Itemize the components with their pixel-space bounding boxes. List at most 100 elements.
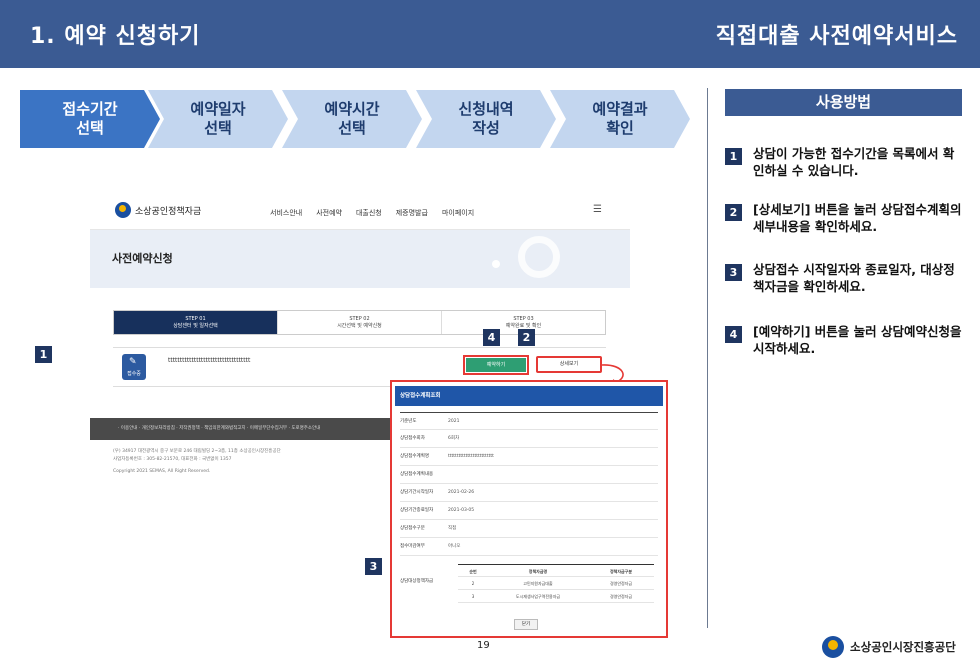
row-value: 직접 xyxy=(448,526,457,531)
brand-logo: 소상공인시장진흥공단 xyxy=(822,636,956,658)
fund-table: 순번 정책자금명 정책자금구분 2 고민지원자금대출 경영안정자금 3 도시재생… xyxy=(458,564,654,603)
marker-1: 1 xyxy=(35,346,52,363)
tab-step-2[interactable]: STEP 02 시간선택 및 예약신청 xyxy=(278,311,442,334)
header-bar: 1. 예약 신청하기 직접대출 사전예약서비스 xyxy=(0,0,980,68)
hero-dot-decoration xyxy=(492,260,500,268)
page-number: 19 xyxy=(477,640,490,651)
step-5: 예약결과 확인 xyxy=(550,90,690,148)
marker-4: 4 xyxy=(483,329,500,346)
tab-2-step: STEP 02 xyxy=(349,315,370,322)
popup-row-closed: 접수마감여부 아니오 xyxy=(400,538,658,556)
popup-title: 상담접수계획조회 xyxy=(395,386,663,406)
step-5-line2: 확인 xyxy=(606,119,634,137)
step-2: 예약일자 선택 xyxy=(148,90,288,148)
logo-text: 소상공인정책자금 xyxy=(135,206,202,217)
row-value: 2021 xyxy=(448,419,460,424)
step-5-line1: 예약결과 xyxy=(592,100,648,118)
tip-1-text: 상담이 가능한 접수기간을 목록에서 확인하실 수 있습니다. xyxy=(753,146,955,178)
row-key: 상담접수계획내용 xyxy=(400,472,434,477)
col-fund-name: 정책자금명 xyxy=(528,569,548,574)
tab-1-step: STEP 01 xyxy=(185,315,206,322)
usage-title: 사용방법 xyxy=(725,89,962,116)
popup-row-plan-name: 상담접수계획명 tttttttttttttttttttttttttt xyxy=(400,448,658,466)
tip-4-number: 4 xyxy=(725,326,742,343)
step-flow: 접수기간 선택 예약일자 선택 예약시간 선택 신청내역 작성 예약결과 확인 xyxy=(20,90,690,148)
footer-copyright: Copyright 2021 SEMAS, All Right Reserved… xyxy=(113,469,211,474)
service-title: 직접대출 사전예약서비스 xyxy=(715,24,958,49)
cell-fund-type: 경영안정자금 xyxy=(609,581,633,586)
row-value: 아니오 xyxy=(448,544,461,549)
step-1-line2: 선택 xyxy=(76,119,104,137)
row-key: 상담기간시작일자 xyxy=(400,490,434,495)
status-badge: 접수중 xyxy=(122,354,146,380)
footer-address: (우) 34917 대전광역시 중구 보문로 246 대림빌딩 2~3층, 11… xyxy=(113,449,281,454)
row-value: tttttttttttttttttttttttttt xyxy=(448,454,494,459)
step-3-line2: 선택 xyxy=(338,119,366,137)
row-key: 상담접수계획명 xyxy=(400,454,429,459)
cell-seq: 3 xyxy=(471,594,475,599)
cell-fund-name: 도시재생사업구역전용자금 xyxy=(515,594,561,599)
step-4: 신청내역 작성 xyxy=(416,90,556,148)
tip-2-text: [상세보기] 버튼을 눌러 상담접수계획의 세부내용을 확인하세요. xyxy=(753,202,962,234)
popup-row-round: 상담접수회차 6회차 xyxy=(400,430,658,448)
hero-title: 사전예약신청 xyxy=(112,252,173,265)
cell-seq: 2 xyxy=(471,581,475,586)
tab-step-1[interactable]: STEP 01 상담센터 및 일자선택 xyxy=(114,311,278,334)
tip-2-number: 2 xyxy=(725,204,742,221)
step-3: 예약시간 선택 xyxy=(282,90,422,148)
row-key: 접수마감여부 xyxy=(400,544,425,549)
reserve-button[interactable]: 예약하기 xyxy=(463,355,529,375)
logo-icon xyxy=(115,202,131,218)
col-seq: 순번 xyxy=(469,569,477,574)
table-header: 순번 정책자금명 정책자금구분 xyxy=(458,564,654,577)
tab-1-label: 상담센터 및 일자선택 xyxy=(173,322,218,329)
cell-fund-name: 고민지원자금대출 xyxy=(523,581,553,586)
popup-row-start-date: 상담기간시작일자 2021-02-26 xyxy=(400,484,658,502)
tab-2-label: 시간선택 및 예약신청 xyxy=(337,322,382,329)
plan-name: ttttttttttttttttttttttttttttttttttt xyxy=(168,357,251,364)
row-value: 2021-02-26 xyxy=(448,490,475,495)
col-fund-type: 정책자금구분 xyxy=(609,569,633,574)
close-button[interactable]: 닫기 xyxy=(514,619,538,630)
step-2-line1: 예약일자 xyxy=(190,100,246,118)
tip-3-number: 3 xyxy=(725,264,742,281)
step-1-line1: 접수기간 xyxy=(62,100,118,118)
table-row: 3 도시재생사업구역전용자금 경영안정자금 xyxy=(458,590,654,603)
site-logo[interactable]: 소상공인정책자금 xyxy=(115,202,201,218)
step-2-line2: 선택 xyxy=(204,119,232,137)
menu-item-loan[interactable]: 대출신청 xyxy=(356,208,382,218)
cell-fund-type: 경영안정자금 xyxy=(609,594,633,599)
hero-banner: 사전예약신청 xyxy=(90,230,630,288)
menu-item-reservation[interactable]: 사전예약 xyxy=(316,208,342,218)
tab-3-step: STEP 03 xyxy=(513,315,534,322)
site-footer-info: (우) 34917 대전광역시 중구 보문로 246 대림빌딩 2~3층, 11… xyxy=(113,448,373,476)
marker-3: 3 xyxy=(365,558,382,575)
fund-label: 상담대상정책자금 xyxy=(400,579,434,584)
step-3-line1: 예약시간 xyxy=(324,100,380,118)
menu-item-certificate[interactable]: 제증명발급 xyxy=(396,208,428,218)
row-key: 기준년도 xyxy=(400,419,417,424)
step-4-line1: 신청내역 xyxy=(458,100,514,118)
tip-3-text: 상담접수 시작일자와 종료일자, 대상정책자금을 확인하세요. xyxy=(753,262,955,294)
popup-row-type: 상담접수구분 직접 xyxy=(400,520,658,538)
tip-4-text: [예약하기] 버튼을 눌러 상담예약신청을 시작하세요. xyxy=(753,324,962,356)
site-nav: 소상공인정책자금 서비스안내 사전예약 대출신청 제증명발급 마이페이지 ☰ xyxy=(90,190,630,230)
detail-button[interactable]: 상세보기 xyxy=(536,356,602,373)
row-key: 상담기간종료일자 xyxy=(400,508,434,513)
vertical-divider xyxy=(707,88,708,628)
plan-detail-popup: 상담접수계획조회 기준년도 2021 상담접수회차 6회차 상담접수계획명 tt… xyxy=(390,380,668,638)
row-value: 6회차 xyxy=(448,436,460,441)
step-4-line2: 작성 xyxy=(472,119,500,137)
hero-ring-decoration xyxy=(518,236,560,278)
site-menu: 서비스안내 사전예약 대출신청 제증명발급 마이페이지 xyxy=(270,208,474,218)
menu-icon[interactable]: ☰ xyxy=(593,204,602,215)
menu-item-service[interactable]: 서비스안내 xyxy=(270,208,302,218)
row-key: 상담접수회차 xyxy=(400,436,425,441)
brand-icon xyxy=(822,636,844,658)
row-value: 2021-03-05 xyxy=(448,508,475,513)
brand-name: 소상공인시장진흥공단 xyxy=(850,640,956,654)
table-row: 2 고민지원자금대출 경영안정자금 xyxy=(458,577,654,590)
step-1: 접수기간 선택 xyxy=(20,90,160,148)
footer-business-number: 사업자등록번호 : 305-82-21570, 대표전화 : 국번없이 1357 xyxy=(113,457,232,462)
menu-item-mypage[interactable]: 마이페이지 xyxy=(442,208,474,218)
